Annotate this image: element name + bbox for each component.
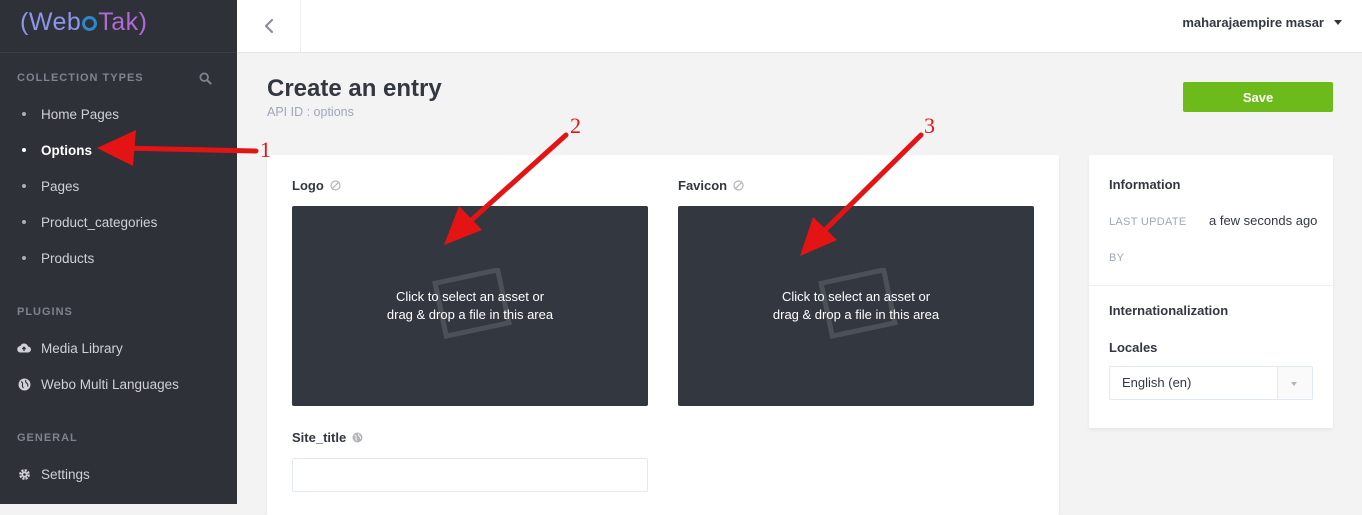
dropzone-text-line2: drag & drop a file in this area [772,307,940,322]
bullet-icon [22,256,26,260]
user-menu[interactable]: maharajaempire masar [1182,15,1342,30]
locale-select[interactable]: English (en) [1109,366,1313,400]
bullet-icon [22,184,26,188]
locale-select-value: English (en) [1122,375,1192,390]
site-title-field-label: Site_title [292,430,363,445]
info-panel: Information LAST UPDATE a few seconds ag… [1089,155,1333,428]
logo-ring-icon [82,16,98,31]
sidebar-item-label: Media Library [41,340,123,356]
sidebar-item-products[interactable]: Products [0,243,237,273]
sidebar-item-media-library[interactable]: Media Library [0,333,237,363]
globe-icon [17,377,31,391]
favicon-field-label: Favicon [678,178,744,193]
locales-label: Locales [1109,340,1158,355]
favicon-label-text: Favicon [678,178,728,193]
internationalization-title: Internationalization [1109,303,1229,318]
globe-icon [352,432,363,443]
bullet-icon [22,112,26,116]
chevron-down-icon [1277,367,1312,399]
sidebar-item-label: Settings [41,466,90,482]
site-title-label-text: Site_title [292,430,347,445]
user-name: maharajaempire masar [1182,15,1324,30]
section-title-collection-types: COLLECTION TYPES [17,72,144,84]
logo-label-text: Logo [292,178,324,193]
sidebar-item-label: Products [41,250,95,266]
cloud-upload-icon [17,341,31,355]
page-title: Create an entry [267,75,442,102]
sidebar-item-label: Pages [41,178,80,194]
site-title-input[interactable] [292,458,648,492]
favicon-dropzone[interactable]: Click to select an asset or drag & drop … [678,206,1034,406]
sidebar-item-label: Product_categories [41,214,158,230]
sidebar-item-label: Webo Multi Languages [41,376,179,392]
section-title-general: GENERAL [17,432,78,444]
logo-dropzone[interactable]: Click to select an asset or drag & drop … [292,206,648,406]
eye-slash-icon [733,180,744,191]
eye-slash-icon [330,180,341,191]
sidebar-divider [0,52,237,53]
logo-field-label: Logo [292,178,341,193]
brand-logo[interactable]: (Web Tak) [20,8,148,37]
sidebar-item-settings[interactable]: Settings [0,459,237,489]
dropzone-instructions: Click to select an asset or drag & drop … [387,288,553,324]
annotation-number-1: 1 [260,137,271,162]
save-button[interactable]: Save [1183,82,1333,112]
section-title-plugins: PLUGINS [17,306,73,318]
dropzone-instructions: Click to select an asset or drag & drop … [773,288,939,324]
panel-divider [1089,285,1333,286]
dropzone-text-line1: Click to select an asset or [395,289,545,304]
back-button[interactable] [237,0,301,52]
sidebar-item-pages[interactable]: Pages [0,171,237,201]
by-key: BY [1109,252,1125,264]
annotation-number-2: 2 [570,113,581,138]
bullet-icon [22,220,26,224]
search-icon[interactable] [199,72,212,85]
top-header: maharajaempire masar [237,0,1362,53]
chevron-left-icon [264,18,273,34]
caret-down-icon [1334,20,1342,25]
dropzone-text-line1: Click to select an asset or [781,289,931,304]
information-title: Information [1109,177,1181,192]
last-update-value: a few seconds ago [1209,213,1318,228]
annotation-number-3: 3 [924,113,935,138]
dropzone-text-line2: drag & drop a file in this area [386,307,554,322]
sidebar-item-webo-multi-languages[interactable]: Webo Multi Languages [0,369,237,399]
api-id-label: API ID : options [267,105,354,119]
sidebar-item-product-categories[interactable]: Product_categories [0,207,237,237]
sidebar-item-home-pages[interactable]: Home Pages [0,99,237,129]
last-update-key: LAST UPDATE [1109,216,1187,228]
sidebar-item-label: Home Pages [41,106,120,122]
gear-icon [17,467,31,481]
sidebar-item-label: Options [41,142,92,158]
sidebar: (Web Tak) COLLECTION TYPES Home Pages Opt… [0,0,237,504]
bullet-icon [22,148,26,152]
sidebar-item-options[interactable]: Options [0,135,237,165]
